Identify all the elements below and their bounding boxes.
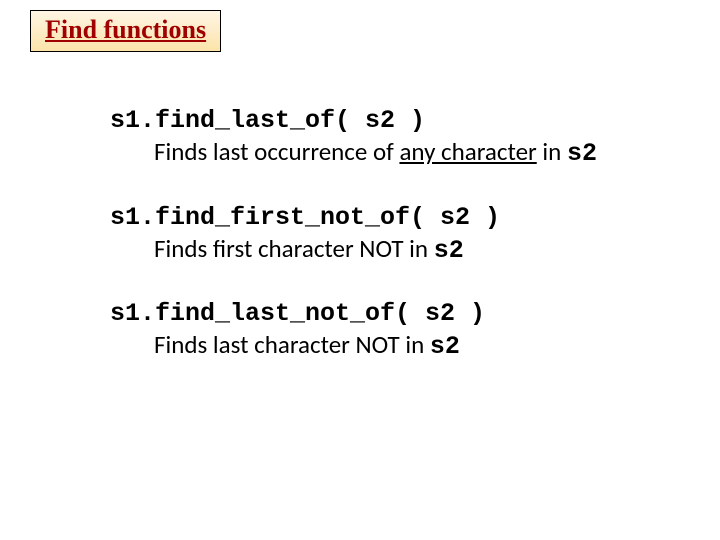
desc-inline-code: s2 [430, 332, 460, 361]
function-entry: s1.find_first_not_of( s2 ) Finds first c… [110, 202, 630, 267]
slide-title: Find functions [45, 15, 206, 44]
function-description: Finds last occurrence of any character i… [110, 136, 630, 169]
function-entry: s1.find_last_of( s2 ) Finds last occurre… [110, 105, 630, 170]
function-signature: s1.find_first_not_of( s2 ) [110, 202, 630, 233]
function-entry: s1.find_last_not_of( s2 ) Finds last cha… [110, 298, 630, 363]
title-box: Find functions [30, 10, 221, 52]
desc-text-underlined: any character [399, 136, 536, 167]
desc-text-pre: Finds first character NOT in [154, 233, 434, 264]
desc-text-pre: Finds last character NOT in [154, 329, 430, 360]
function-description: Finds last character NOT in s2 [110, 329, 630, 362]
function-signature: s1.find_last_of( s2 ) [110, 105, 630, 136]
function-signature: s1.find_last_not_of( s2 ) [110, 298, 630, 329]
desc-text-pre: Finds last occurrence of [154, 136, 399, 167]
desc-text-post: in [537, 136, 567, 167]
content-area: s1.find_last_of( s2 ) Finds last occurre… [110, 105, 630, 395]
desc-inline-code: s2 [434, 236, 464, 265]
desc-inline-code: s2 [567, 139, 597, 168]
function-description: Finds first character NOT in s2 [110, 233, 630, 266]
